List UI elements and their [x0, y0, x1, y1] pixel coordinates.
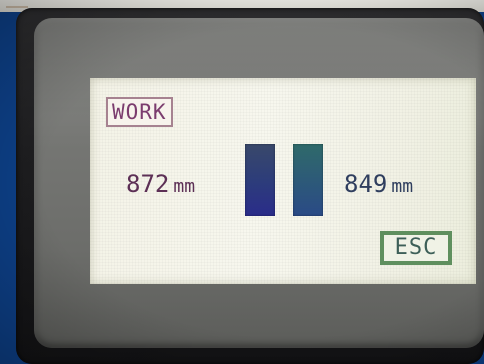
mode-label: WORK	[106, 97, 173, 127]
right-height-value: 849	[344, 170, 388, 198]
left-column-bar	[245, 144, 275, 216]
right-height-reading: 849 mm	[344, 170, 413, 201]
esc-button[interactable]: ESC	[380, 231, 452, 265]
lcd-screen: WORK 872 mm 849 mm ESC	[90, 78, 476, 284]
right-height-unit: mm	[391, 176, 414, 197]
left-height-unit: mm	[173, 176, 196, 197]
left-height-reading: 872 mm	[126, 170, 195, 201]
right-column-bar	[293, 144, 323, 216]
left-height-value: 872	[126, 170, 170, 198]
panel-edge-mark	[6, 0, 28, 8]
